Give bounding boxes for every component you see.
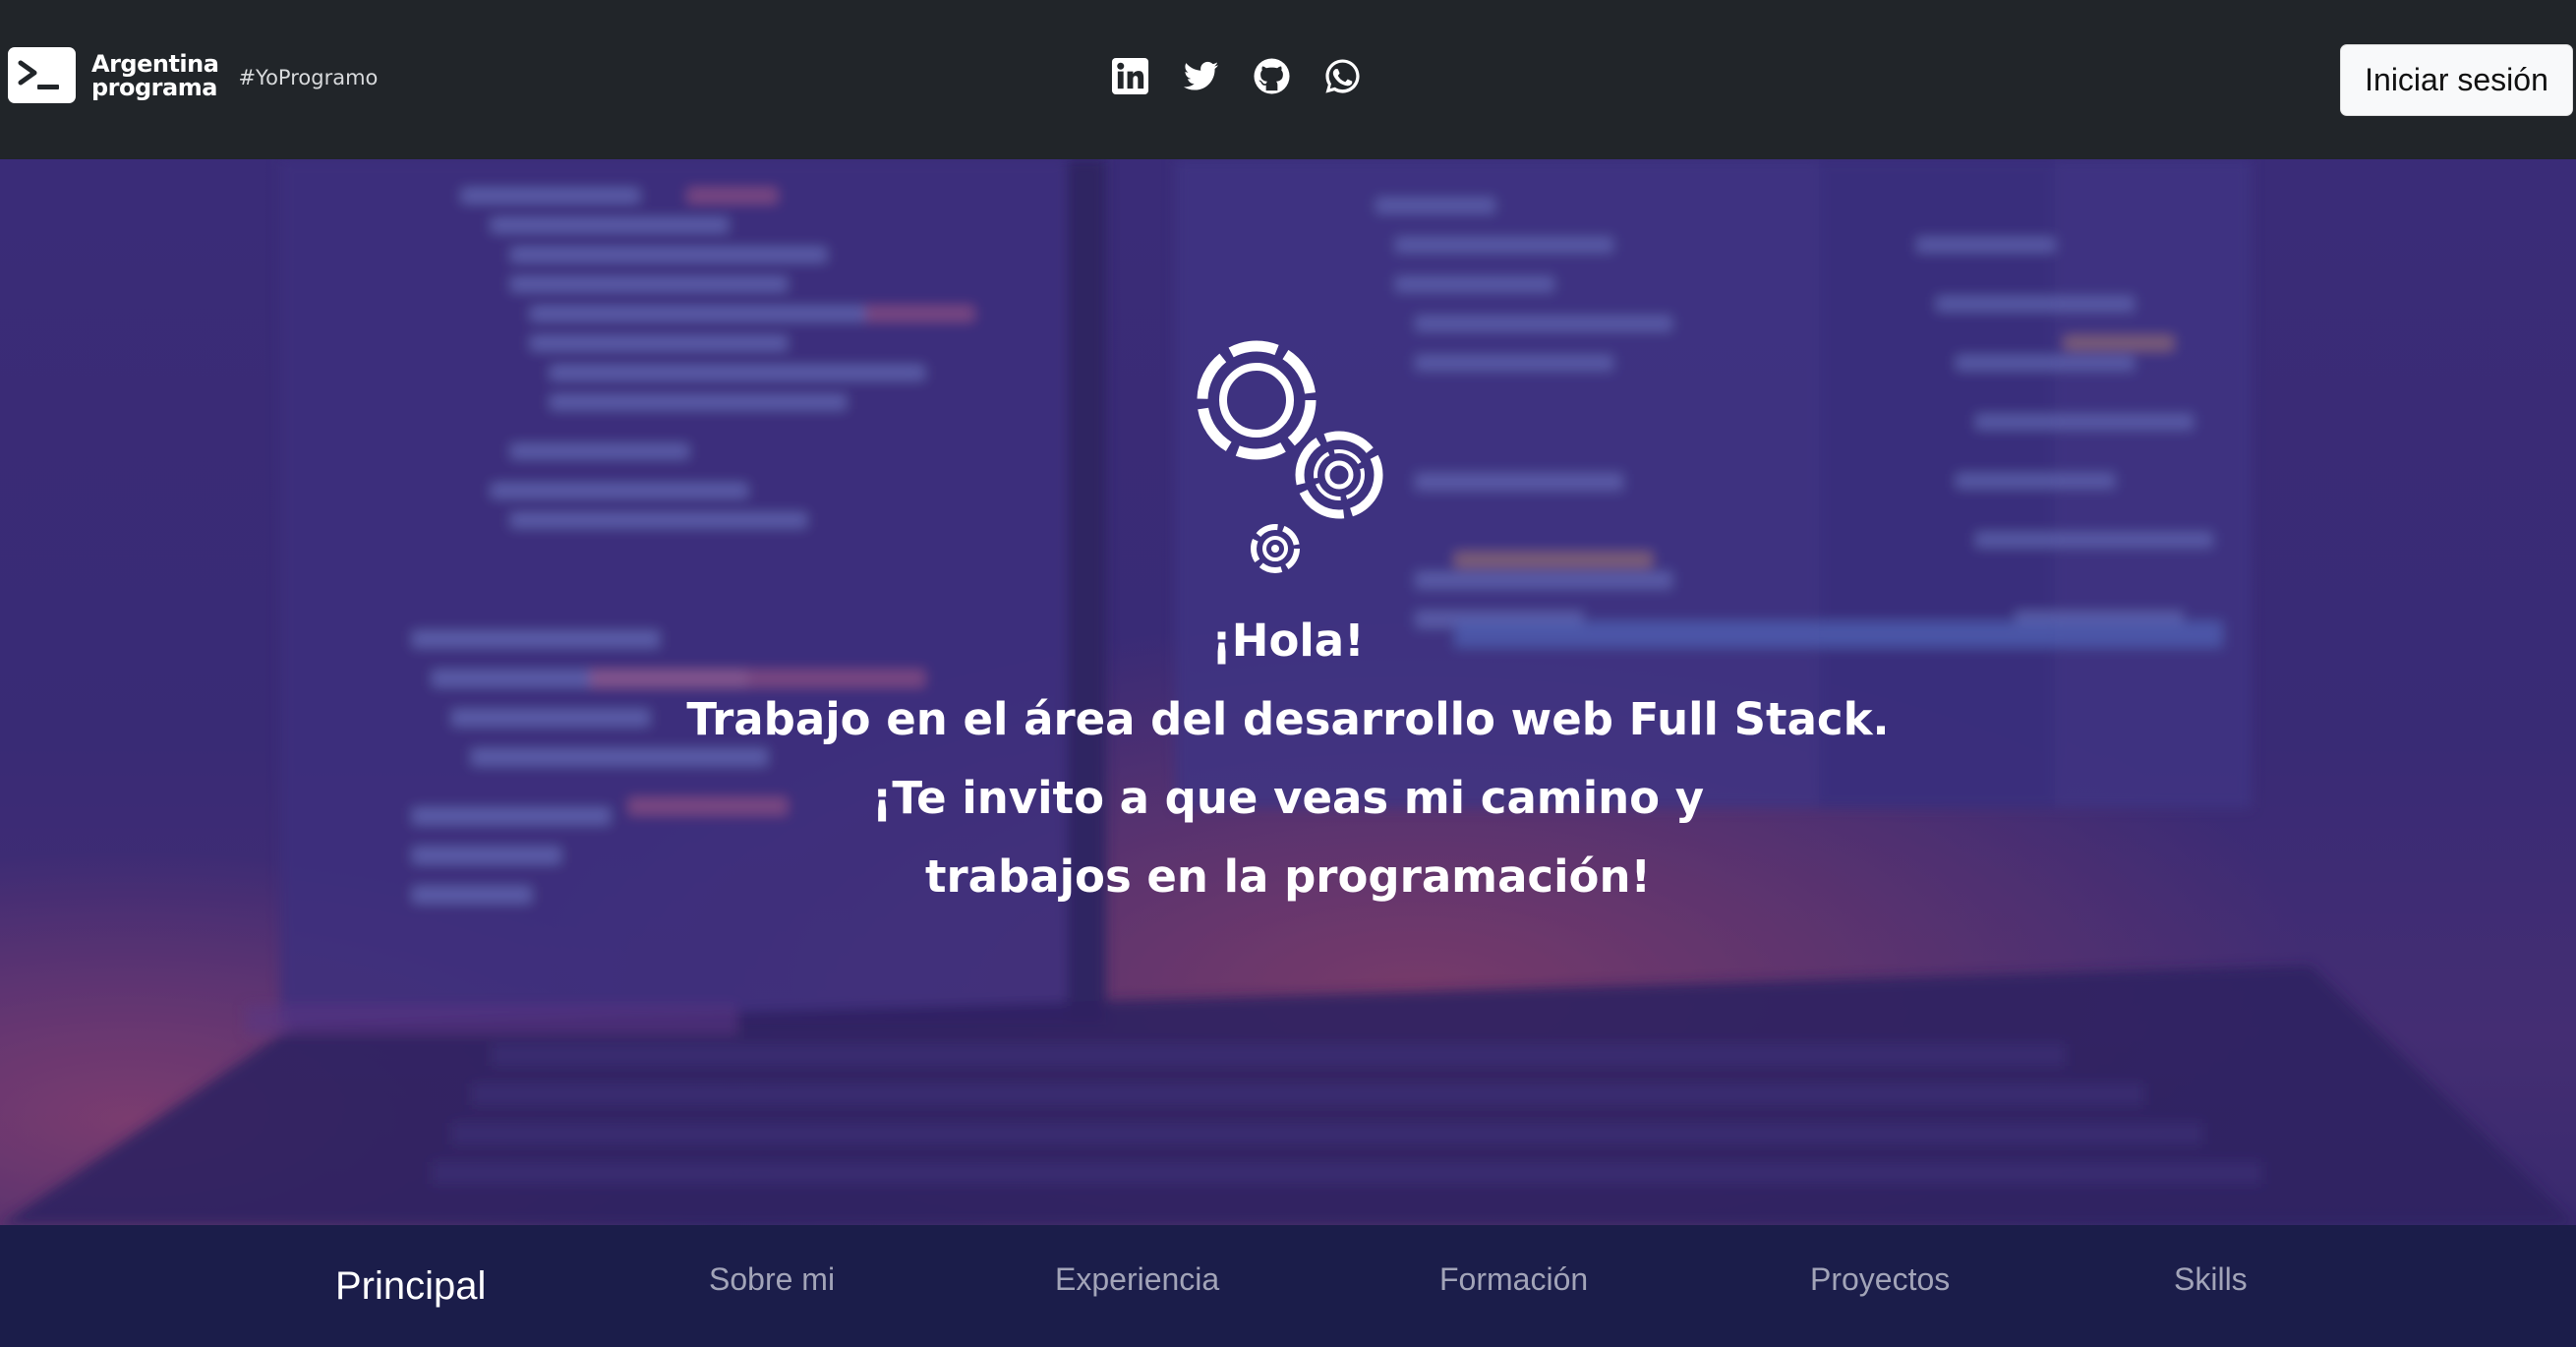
whatsapp-icon[interactable] — [1323, 57, 1362, 95]
nav-item-experiencia[interactable]: Experiencia — [1055, 1225, 1219, 1325]
hero-line-1: Trabajo en el área del desarrollo web Fu… — [686, 693, 1890, 745]
section-nav: Principal Sobre mi Experiencia Formación… — [0, 1225, 2576, 1325]
nav-item-principal[interactable]: Principal — [335, 1225, 486, 1325]
terminal-icon — [8, 47, 76, 103]
top-navbar: Argentina programa #YoProgramo Iniciar s… — [0, 0, 2576, 159]
hero-greeting: ¡Hola! — [1211, 615, 1365, 667]
brand-name-line1: Argentina — [91, 49, 219, 78]
nav-item-skills[interactable]: Skills — [2174, 1225, 2248, 1325]
hero-line-2: ¡Te invito a que veas mi camino y — [871, 772, 1705, 824]
nav-item-formacion[interactable]: Formación — [1439, 1225, 1588, 1325]
hero-text: ¡Hola! Trabajo en el área del desarrollo… — [0, 602, 2576, 916]
brand-logo[interactable]: Argentina programa #YoProgramo — [8, 47, 378, 103]
nav-item-proyectos[interactable]: Proyectos — [1810, 1225, 1950, 1325]
hero-content: ¡Hola! Trabajo en el área del desarrollo… — [0, 159, 2576, 1225]
login-button[interactable]: Iniciar sesión — [2340, 44, 2573, 116]
hashtag-label: #YoProgramo — [238, 65, 379, 89]
hero-line-3: trabajos en la programación! — [924, 850, 1652, 903]
twitter-icon[interactable] — [1182, 57, 1220, 95]
social-links — [1111, 57, 1362, 95]
linkedin-icon[interactable] — [1111, 57, 1149, 95]
hero-section: ¡Hola! Trabajo en el área del desarrollo… — [0, 159, 2576, 1225]
nav-item-sobre-mi[interactable]: Sobre mi — [709, 1225, 835, 1325]
brand-name: Argentina programa — [91, 49, 219, 101]
brand-name-line2: programa — [91, 73, 217, 101]
gears-icon — [1197, 340, 1383, 573]
github-icon[interactable] — [1253, 57, 1291, 95]
